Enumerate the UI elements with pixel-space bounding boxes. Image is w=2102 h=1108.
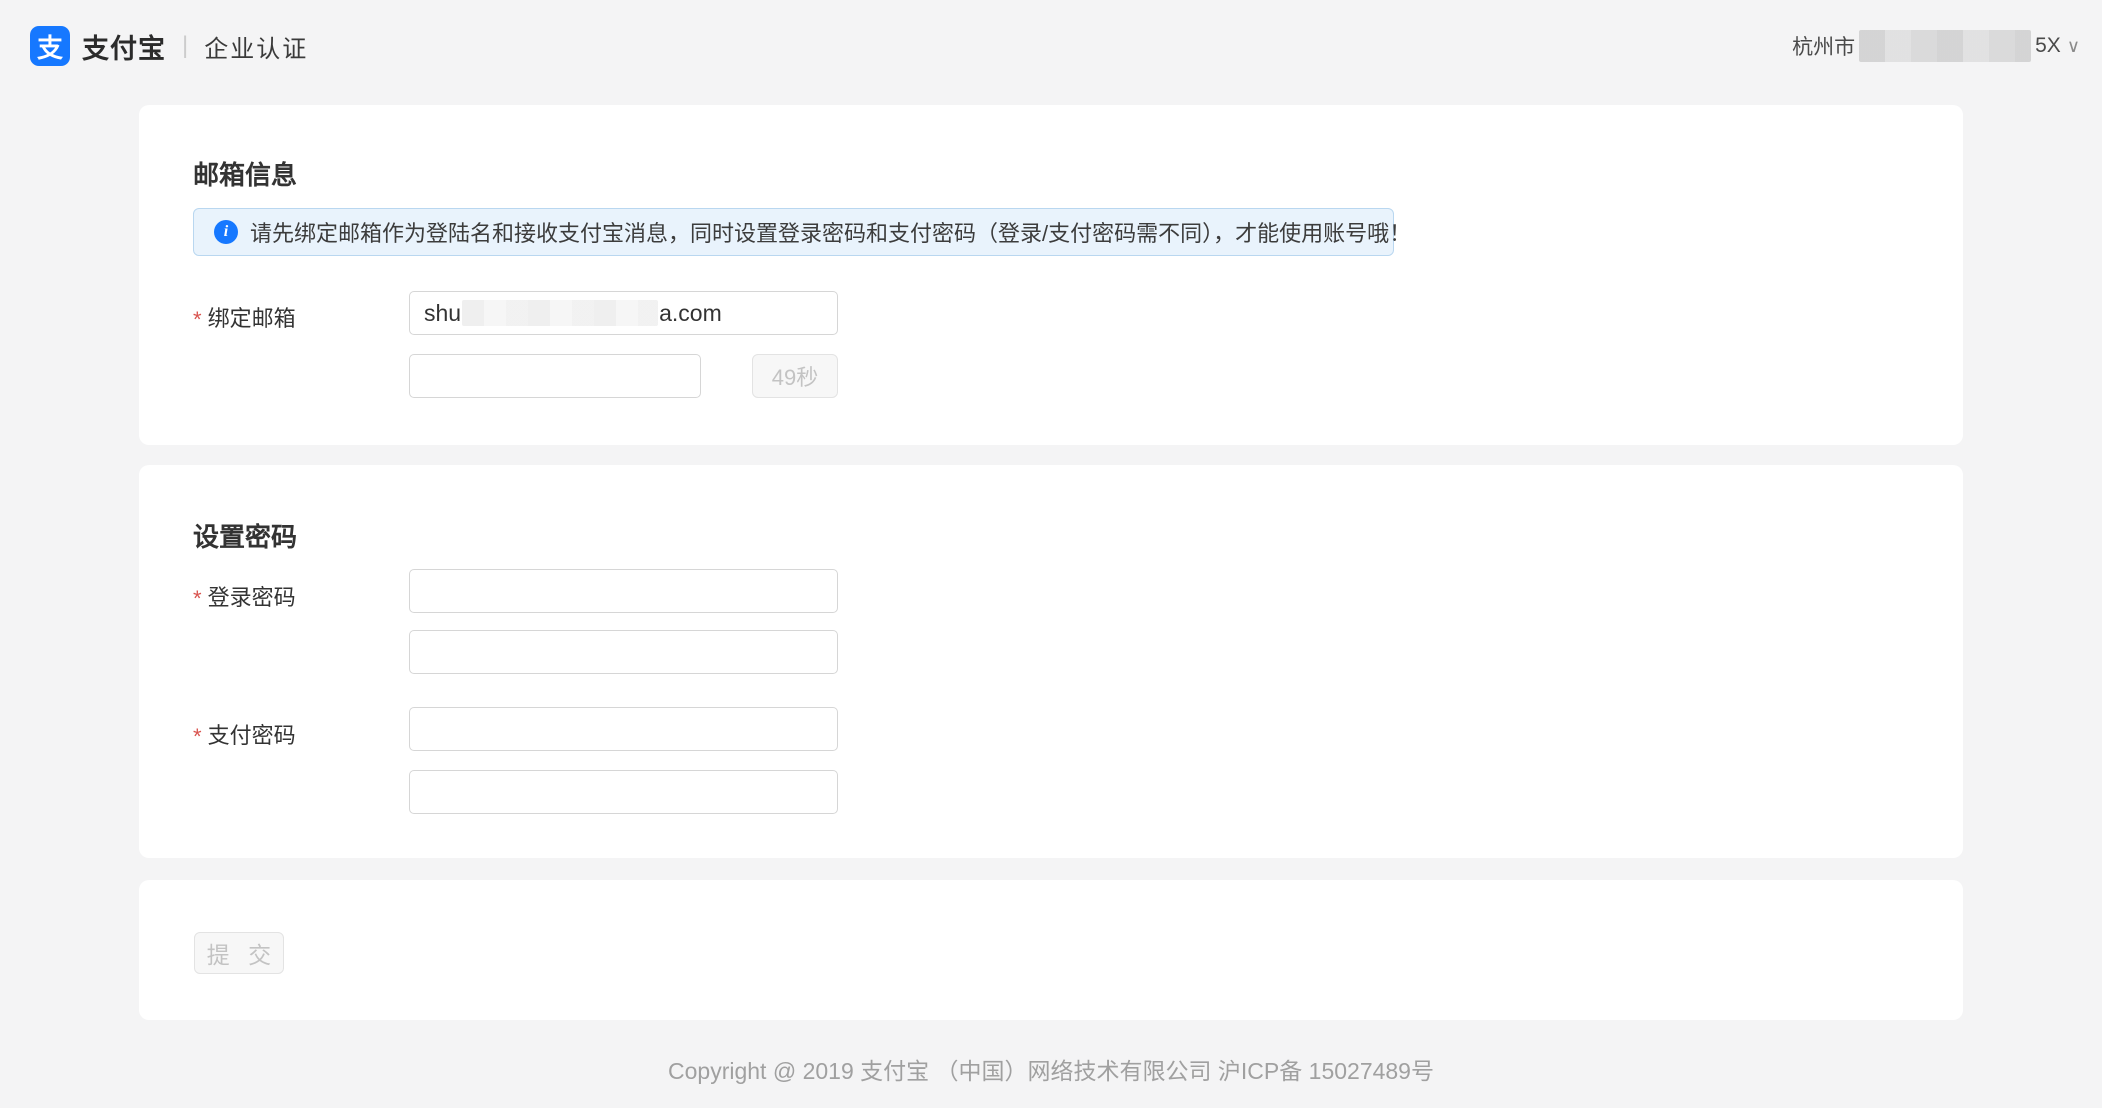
account-name-suffix: 5X [2035,34,2061,58]
footer-copyright: Copyright @ 2019 支付宝 （中国）网络技术有限公司 沪ICP备 … [0,1052,2102,1086]
page: 支 支付宝 | 企业认证 杭州市 5X ∨ 邮箱信息 i 请先绑定邮箱作为登陆名… [0,0,2102,1108]
login-password-confirm-input[interactable] [409,630,838,674]
redacted-email-segment [462,300,658,326]
email-value-prefix: shu [424,300,461,327]
resend-code-button[interactable]: 49秒 [752,354,838,398]
required-asterisk: * [193,586,202,612]
product-title: 企业认证 [204,29,308,64]
email-section-title: 邮箱信息 [193,155,297,192]
info-icon: i [214,220,238,244]
pay-password-input[interactable] [409,707,838,751]
email-input[interactable]: shu a.com [409,291,838,335]
password-section-title: 设置密码 [193,517,297,554]
pay-password-confirm-input[interactable] [409,770,838,814]
submit-card: 提 交 [139,880,1963,1020]
verification-code-input[interactable] [409,354,701,398]
alipay-logo-icon: 支 [30,26,70,66]
brand-area: 支 支付宝 | 企业认证 [30,26,308,66]
required-asterisk: * [193,724,202,750]
info-banner-text: 请先绑定邮箱作为登陆名和接收支付宝消息，同时设置登录密码和支付密码（登录/支付密… [250,216,1411,248]
required-asterisk: * [193,307,202,333]
email-info-card: 邮箱信息 i 请先绑定邮箱作为登陆名和接收支付宝消息，同时设置登录密码和支付密码… [139,105,1963,445]
email-value-suffix: a.com [659,300,722,327]
chevron-down-icon[interactable]: ∨ [2067,36,2080,57]
bind-email-label-text: 绑定邮箱 [208,301,296,333]
logo-glyph: 支 [37,28,63,65]
info-banner: i 请先绑定邮箱作为登陆名和接收支付宝消息，同时设置登录密码和支付密码（登录/支… [193,208,1394,256]
login-password-input[interactable] [409,569,838,613]
pay-password-label-text: 支付密码 [208,718,296,750]
brand-divider: | [182,32,188,60]
top-header: 支 支付宝 | 企业认证 杭州市 5X ∨ [0,0,2102,92]
account-name-prefix: 杭州市 [1792,31,1855,61]
pay-password-label: * 支付密码 [193,718,296,750]
bind-email-label: * 绑定邮箱 [193,301,296,333]
redacted-company-name [1859,30,2031,62]
account-dropdown[interactable]: 杭州市 5X ∨ [1792,30,2080,62]
brand-name: 支付宝 [82,27,166,66]
submit-button[interactable]: 提 交 [194,932,284,974]
password-card: 设置密码 * 登录密码 * 支付密码 [139,465,1963,858]
login-password-label-text: 登录密码 [208,580,296,612]
login-password-label: * 登录密码 [193,580,296,612]
